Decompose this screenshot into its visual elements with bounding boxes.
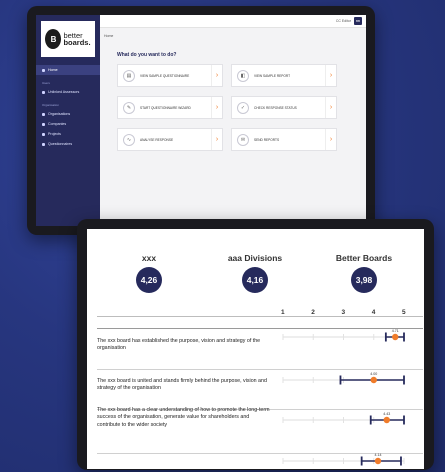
sidebar-item-label: Projects [48, 132, 61, 136]
sidebar-item-label: Companies [48, 122, 67, 126]
report-icon: ◧ [237, 69, 249, 82]
action-label: START QUESTIONNAIRE WIZARD [140, 105, 191, 110]
status-icon: ✓ [237, 101, 249, 114]
breadcrumb[interactable]: Home [100, 28, 366, 44]
sidebar-section: Organisation [42, 103, 60, 107]
chevron-right-icon[interactable]: › [211, 65, 222, 86]
sidebar-item-questionnaires[interactable]: Questionnaires [36, 139, 100, 149]
dashboard-screen: B better boards. Home Users Unlinked Asses… [36, 15, 366, 226]
sidebar-item-projects[interactable]: Projects [36, 129, 100, 139]
action-label: ANALYSE RESPONSE [140, 137, 174, 142]
score-chart: 4.71 4.00 4.43 4.14 [282, 329, 405, 466]
score-value-label: 4.14 [374, 453, 381, 457]
action-card[interactable]: ✎ START QUESTIONNAIRE WIZARD › [117, 96, 223, 119]
nav-icon [42, 142, 45, 146]
logo: B better boards. [41, 21, 95, 57]
user-name[interactable]: CC Editor [336, 19, 351, 23]
action-label: VIEW SAMPLE REPORT [254, 73, 291, 78]
report-screen: xxx 4,26 aaa Divisions 4,16 Better Boards 3,9… [87, 229, 424, 469]
score-point [370, 376, 377, 384]
logo-mark: B [45, 29, 62, 49]
score-point [392, 333, 399, 341]
document-icon: ▤ [123, 69, 135, 82]
score-value-label: 4.00 [370, 372, 377, 376]
chevron-right-icon[interactable]: › [211, 97, 222, 118]
action-card[interactable]: ✉ SEND REPORTS › [231, 128, 337, 151]
sidebar-item-label: Organisations [48, 112, 71, 116]
action-label: VIEW SAMPLE QUESTIONNAIRE [140, 73, 190, 78]
logo-text: better boards. [63, 32, 91, 47]
sidebar-item-label: Unlinked Assessors [48, 90, 80, 94]
sidebar-item-unlinked-assessors[interactable]: Unlinked Assessors [36, 87, 100, 97]
action-grid: ▤ VIEW SAMPLE QUESTIONNAIRE › ◧ VIEW SAMPLE … [117, 64, 337, 151]
nav-icon [42, 90, 45, 94]
wizard-icon: ✎ [123, 101, 135, 114]
sidebar-item-organisations[interactable]: Organisations [36, 109, 100, 119]
sidebar-item-companies[interactable]: Companies [36, 119, 100, 129]
nav-icon [42, 68, 45, 72]
sidebar-item-home[interactable]: Home [36, 65, 100, 75]
nav-icon [42, 132, 45, 136]
avatar[interactable]: BB [354, 17, 362, 25]
logo-line2: boards. [63, 38, 91, 47]
sidebar-item-label: Home [48, 68, 58, 72]
page-title: What do you want to do? [117, 52, 177, 58]
score-value-label: 4.71 [392, 329, 399, 333]
chevron-right-icon[interactable]: › [325, 129, 336, 150]
analyse-icon: ∿ [123, 133, 135, 146]
action-card[interactable]: ∿ ANALYSE RESPONSE › [117, 128, 223, 151]
action-card[interactable]: ▤ VIEW SAMPLE QUESTIONNAIRE › [117, 64, 223, 87]
nav-icon [42, 112, 45, 116]
action-card[interactable]: ◧ VIEW SAMPLE REPORT › [231, 64, 337, 87]
main-panel: CC Editor BB Home What do you want to do… [100, 15, 366, 226]
top-bar: CC Editor BB [100, 15, 366, 28]
nav-icon [42, 122, 45, 126]
action-card[interactable]: ✓ CHECK RESPONSE STATUS › [231, 96, 337, 119]
sidebar-item-label: Questionnaires [48, 142, 73, 146]
action-label: SEND REPORTS [254, 137, 280, 142]
sidebar-section: Users [42, 81, 50, 85]
report-tablet: xxx 4,26 aaa Divisions 4,16 Better Boards 3,9… [77, 219, 434, 470]
chevron-right-icon[interactable]: › [325, 65, 336, 86]
dashboard-tablet: B better boards. Home Users Unlinked Asses… [27, 6, 375, 235]
chevron-right-icon[interactable]: › [211, 129, 222, 150]
action-label: CHECK RESPONSE STATUS [254, 105, 297, 110]
send-icon: ✉ [237, 133, 249, 146]
chevron-right-icon[interactable]: › [325, 97, 336, 118]
score-point [383, 416, 390, 424]
score-value-label: 4.43 [383, 412, 390, 416]
score-point [374, 457, 382, 465]
sidebar: B better boards. Home Users Unlinked Asses… [36, 15, 100, 226]
